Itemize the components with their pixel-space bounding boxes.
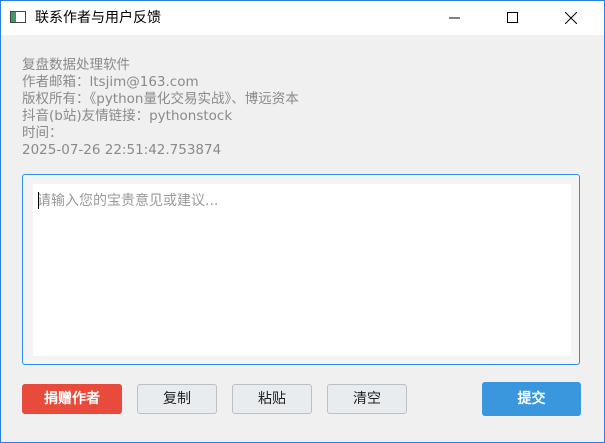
title-bar[interactable]: 联系作者与用户反馈 xyxy=(1,1,604,35)
feedback-frame xyxy=(22,174,580,365)
feedback-input[interactable] xyxy=(33,184,571,356)
friend-link: 抖音(b站)友情链接：pythonstock xyxy=(22,108,233,124)
maximize-button[interactable] xyxy=(484,1,542,35)
author-email: 作者邮箱：ltsjim@163.com xyxy=(22,74,199,90)
maximize-icon xyxy=(507,12,518,23)
close-button[interactable] xyxy=(542,1,600,35)
minimize-button[interactable] xyxy=(426,1,484,35)
author-info: 复盘数据处理软件 作者邮箱：ltsjim@163.com 版权所有：《pytho… xyxy=(22,57,299,159)
minimize-icon xyxy=(449,17,460,19)
donate-button[interactable]: 捐赠作者 xyxy=(22,384,122,414)
time-label: 时间： xyxy=(22,125,63,141)
app-name: 复盘数据处理软件 xyxy=(22,57,130,73)
feedback-dialog: 联系作者与用户反馈 复盘数据处理软件 作者邮箱：ltsjim@163.com 版… xyxy=(0,0,605,443)
window-title: 联系作者与用户反馈 xyxy=(35,10,161,26)
text-caret xyxy=(38,192,39,209)
time-value: 2025-07-26 22:51:42.753874 xyxy=(22,142,222,158)
app-icon xyxy=(10,11,26,23)
submit-button[interactable]: 提交 xyxy=(482,382,581,416)
clear-button[interactable]: 清空 xyxy=(327,384,407,414)
copy-button[interactable]: 复制 xyxy=(137,384,217,414)
copyright-text: 版权所有：《python量化交易实战》、博远资本 xyxy=(22,91,299,107)
close-icon xyxy=(565,12,577,24)
paste-button[interactable]: 粘贴 xyxy=(232,384,312,414)
